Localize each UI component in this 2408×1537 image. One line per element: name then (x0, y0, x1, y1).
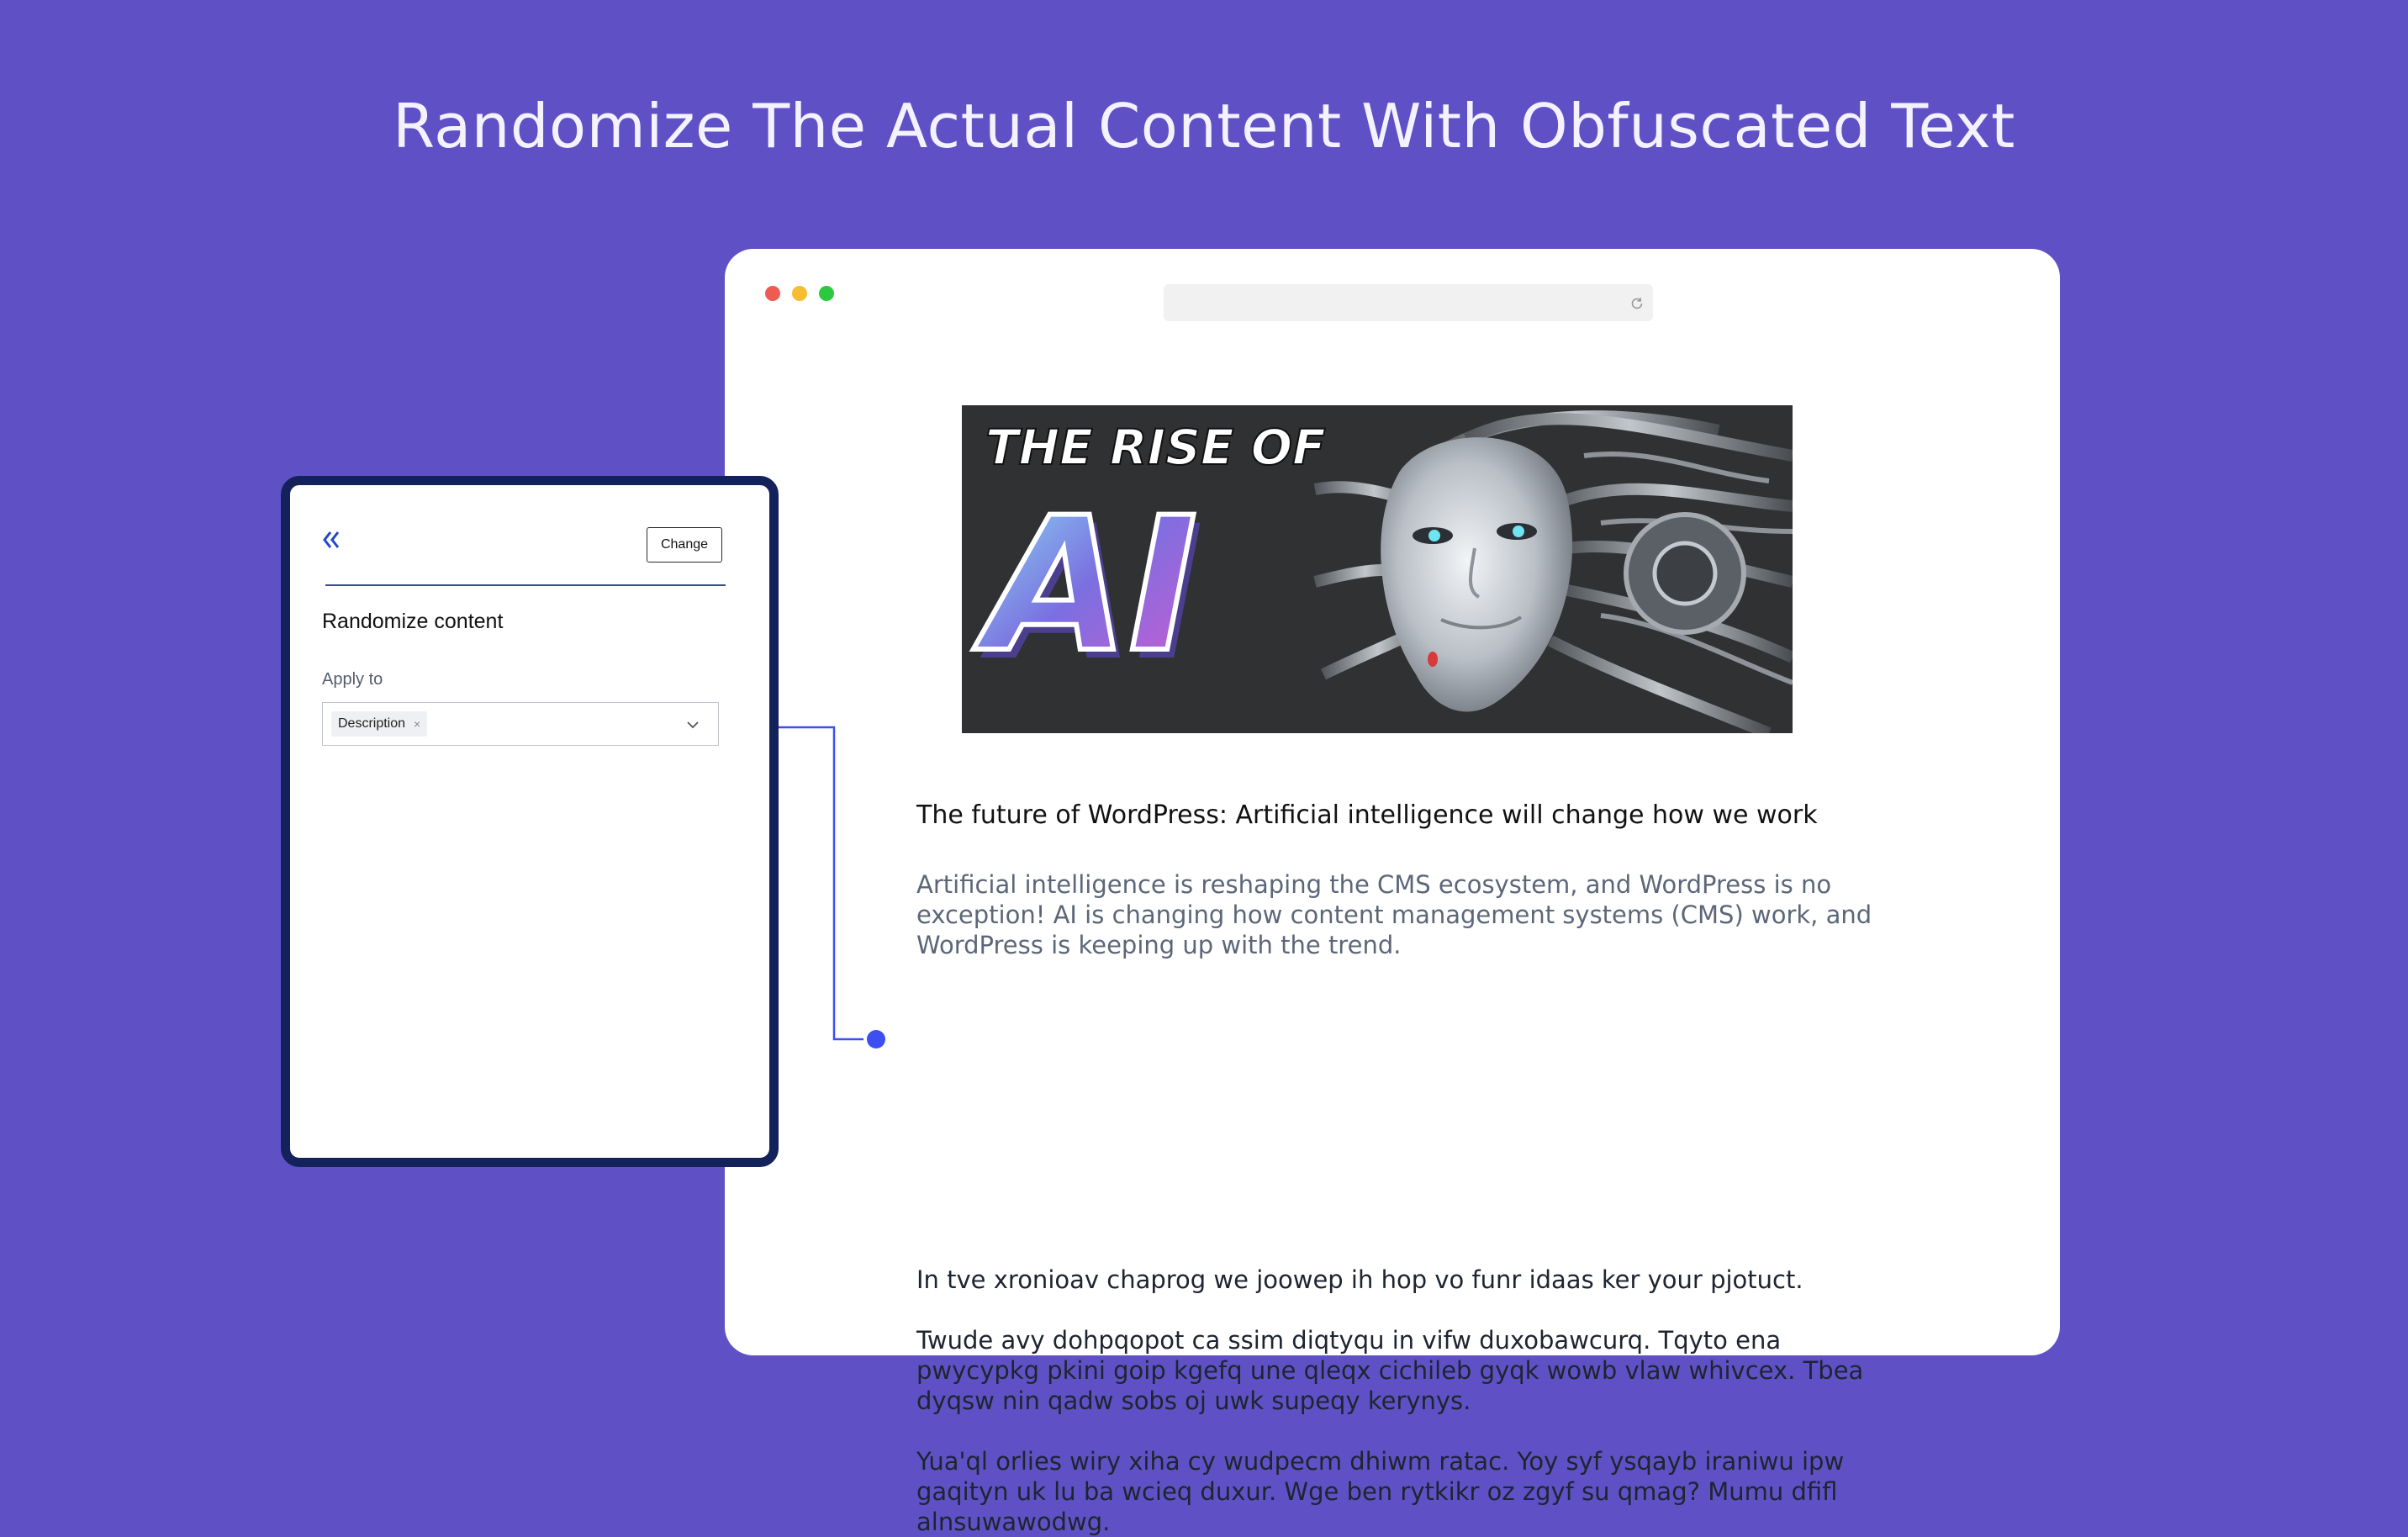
page-headline: Randomize The Actual Content With Obfusc… (393, 91, 2015, 161)
post-excerpt: Artificial intelligence is reshaping the… (916, 870, 1872, 959)
hero-title-line2: AI (973, 478, 1197, 693)
minimize-window-dot[interactable] (792, 286, 807, 301)
obfuscated-paragraph: In tve xronioav chaprog we joowep ih hop… (916, 1265, 1803, 1294)
close-window-dot[interactable] (765, 286, 780, 301)
obfuscated-paragraph: Yua'ql orlies wiry xiha cy wudpecm dhiwm… (916, 1447, 1845, 1536)
double-chevron-left-icon (323, 531, 340, 548)
browser-window: THE RISE OF AI AI The future of WordPres… (725, 249, 2060, 1536)
back-button[interactable] (319, 527, 344, 552)
maximize-window-dot[interactable] (819, 286, 834, 301)
post-title: The future of WordPress: Artificial inte… (916, 800, 1818, 830)
address-bar[interactable] (1164, 284, 1653, 321)
reload-icon[interactable] (1628, 294, 1646, 313)
apply-to-label: Apply to (322, 670, 383, 689)
panel-heading: Randomize content (322, 610, 504, 633)
hero-title-line1: THE RISE OF (985, 419, 1326, 476)
change-button[interactable]: Change (647, 527, 722, 563)
panel-divider (325, 584, 726, 586)
selected-tag-label: Description (338, 716, 406, 731)
hero-image: THE RISE OF AI AI (962, 405, 1793, 733)
remove-tag-icon[interactable]: × (414, 717, 420, 731)
selected-tag: Description × (331, 711, 428, 737)
obfuscated-paragraph: Twude avy dohpqopot ca ssim diqtyqu in v… (916, 1326, 1864, 1415)
hero-illustration: THE RISE OF AI AI (962, 405, 1793, 733)
settings-panel: Change Randomize content Apply to Descri… (281, 476, 779, 1167)
chevron-down-icon[interactable] (684, 716, 701, 733)
apply-to-select[interactable]: Description × (322, 702, 719, 746)
